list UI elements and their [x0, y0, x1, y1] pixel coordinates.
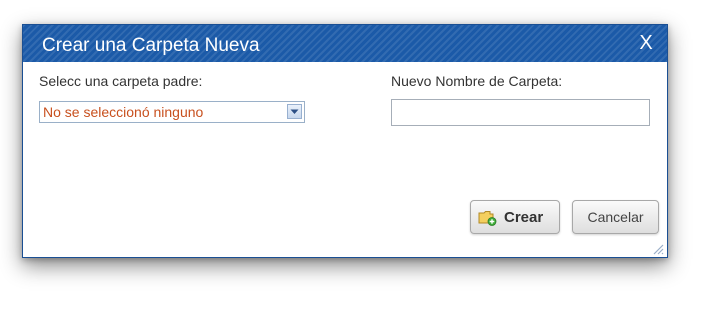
folder-name-label: Nuevo Nombre de Carpeta:	[391, 73, 563, 89]
new-folder-dialog: Crear una Carpeta Nueva X Selecc una car…	[22, 24, 668, 258]
create-button[interactable]: Crear	[470, 200, 560, 234]
new-folder-icon	[478, 210, 497, 226]
parent-folder-select[interactable]: No se seleccionó ninguno	[39, 101, 305, 123]
folder-name-input[interactable]	[391, 99, 650, 126]
dialog-title: Crear una Carpeta Nueva	[42, 35, 260, 56]
create-button-label: Crear	[504, 209, 544, 226]
dialog-titlebar[interactable]: Crear una Carpeta Nueva X	[23, 25, 667, 62]
cancel-button[interactable]: Cancelar	[572, 200, 659, 234]
parent-folder-label: Selecc una carpeta padre:	[39, 73, 203, 89]
chevron-down-icon[interactable]	[287, 104, 302, 119]
cancel-button-label: Cancelar	[587, 209, 644, 225]
resize-grip-icon[interactable]	[652, 242, 664, 255]
parent-folder-selected-value: No se seleccionó ninguno	[43, 104, 204, 120]
close-button[interactable]: X	[636, 32, 656, 54]
